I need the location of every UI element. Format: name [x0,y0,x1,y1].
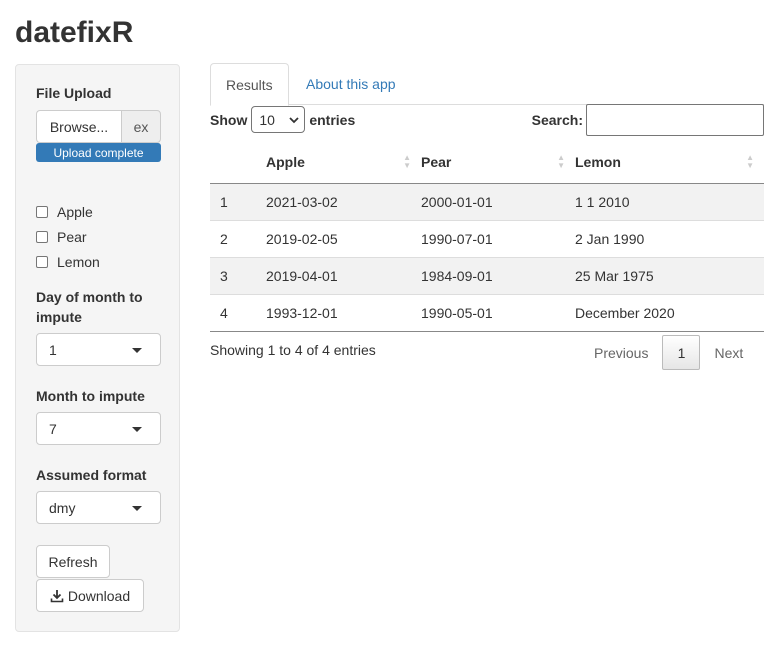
select-value: dmy [49,499,76,516]
table-length-control: Show 10 entries [210,106,355,133]
app-title: datefixR [15,16,134,49]
checkbox-apple[interactable]: Apple [36,202,93,222]
table-cell: 1984-09-01 [421,256,575,294]
entries-label: entries [309,111,356,128]
table-cell: 3 [210,256,266,294]
caret-down-icon [132,348,142,353]
file-upload-control: Browse... ex [36,110,161,143]
upload-progress-bar: Upload complete [36,143,161,162]
select-value: 10 [259,111,275,128]
checkbox-label: Pear [57,229,87,245]
checkbox-box[interactable] [36,256,48,268]
checkbox-lemon[interactable]: Lemon [36,252,100,272]
table-search: Search: [532,104,764,136]
tab-bar: Results About this app [210,63,764,106]
table-cell: 4 [210,293,266,332]
day-impute-label: Day of month to impute [36,289,143,325]
download-label: Download [67,587,131,604]
assumed-format-label: Assumed format [36,467,147,483]
table-cell: 1993-12-01 [266,293,421,332]
file-upload-label: File Upload [36,85,112,101]
table-cell: 1990-07-01 [421,219,575,257]
tab-results[interactable]: Results [210,63,289,106]
checkbox-label: Lemon [57,254,100,270]
results-table: Apple ▲ ▼ Pear ▲ ▼ Lemon ▲ ▼ 1 2021-03-02 2… [210,142,764,332]
table-cell: 1990-05-01 [421,293,575,332]
table-cell: 1 [210,183,266,220]
browse-button[interactable]: Browse... [36,110,121,143]
table-cell: 2000-01-01 [421,183,575,220]
chevron-down-icon [289,117,299,124]
next-button[interactable]: Next [700,335,757,370]
sort-icon: ▲ ▼ [557,153,565,170]
table-cell: 2 [210,219,266,257]
table-cell: 25 Mar 1975 [575,256,764,294]
table-row: 1 2021-03-02 2000-01-01 1 1 2010 [210,183,764,220]
table-cell: 2021-03-02 [266,183,421,220]
day-impute-select[interactable]: 1 [36,333,161,366]
month-impute-label: Month to impute [36,388,145,404]
previous-button[interactable]: Previous [580,335,662,370]
pagination: Previous 1 Next [580,335,757,370]
table-info: Showing 1 to 4 of 4 entries [210,342,376,358]
file-name-display: ex [121,110,161,143]
column-header-lemon[interactable]: Lemon ▲ ▼ [575,142,764,184]
column-header-label: Lemon [575,154,621,171]
table-cell: 2019-02-05 [266,219,421,257]
download-button[interactable]: Download [36,579,144,612]
column-header-label: Apple [266,154,305,171]
select-value: 7 [49,420,57,437]
table-cell: 1 1 2010 [575,183,764,220]
checkbox-box[interactable] [36,231,48,243]
show-label: Show [210,111,248,128]
column-header-pear[interactable]: Pear ▲ ▼ [421,142,575,184]
sidebar-panel: File Upload Browse... ex Upload complete… [15,64,180,632]
entries-select[interactable]: 10 [251,106,306,133]
select-value: 1 [49,341,57,358]
search-label: Search: [531,112,583,128]
download-icon [50,589,64,602]
caret-down-icon [132,506,142,511]
checkbox-label: Apple [57,204,93,220]
refresh-button[interactable]: Refresh [36,545,110,578]
column-header-label: Pear [421,154,452,171]
checkbox-box[interactable] [36,206,48,218]
column-header-apple[interactable]: Apple ▲ ▼ [266,142,421,184]
table-row: 3 2019-04-01 1984-09-01 25 Mar 1975 [210,256,764,294]
table-row: 4 1993-12-01 1990-05-01 December 2020 [210,293,764,332]
table-cell: December 2020 [575,293,764,332]
table-row: 2 2019-02-05 1990-07-01 2 Jan 1990 [210,219,764,257]
table-header-row: Apple ▲ ▼ Pear ▲ ▼ Lemon ▲ ▼ [210,142,764,184]
column-header-index [210,142,266,184]
tab-about[interactable]: About this app [291,63,411,105]
month-impute-select[interactable]: 7 [36,412,161,445]
sort-icon: ▲ ▼ [403,153,411,170]
assumed-format-select[interactable]: dmy [36,491,161,524]
sort-icon: ▲ ▼ [746,153,754,170]
search-input[interactable] [586,104,764,136]
page-button-current[interactable]: 1 [662,335,701,370]
checkbox-pear[interactable]: Pear [36,227,87,247]
table-cell: 2019-04-01 [266,256,421,294]
caret-down-icon [132,427,142,432]
table-cell: 2 Jan 1990 [575,219,764,257]
